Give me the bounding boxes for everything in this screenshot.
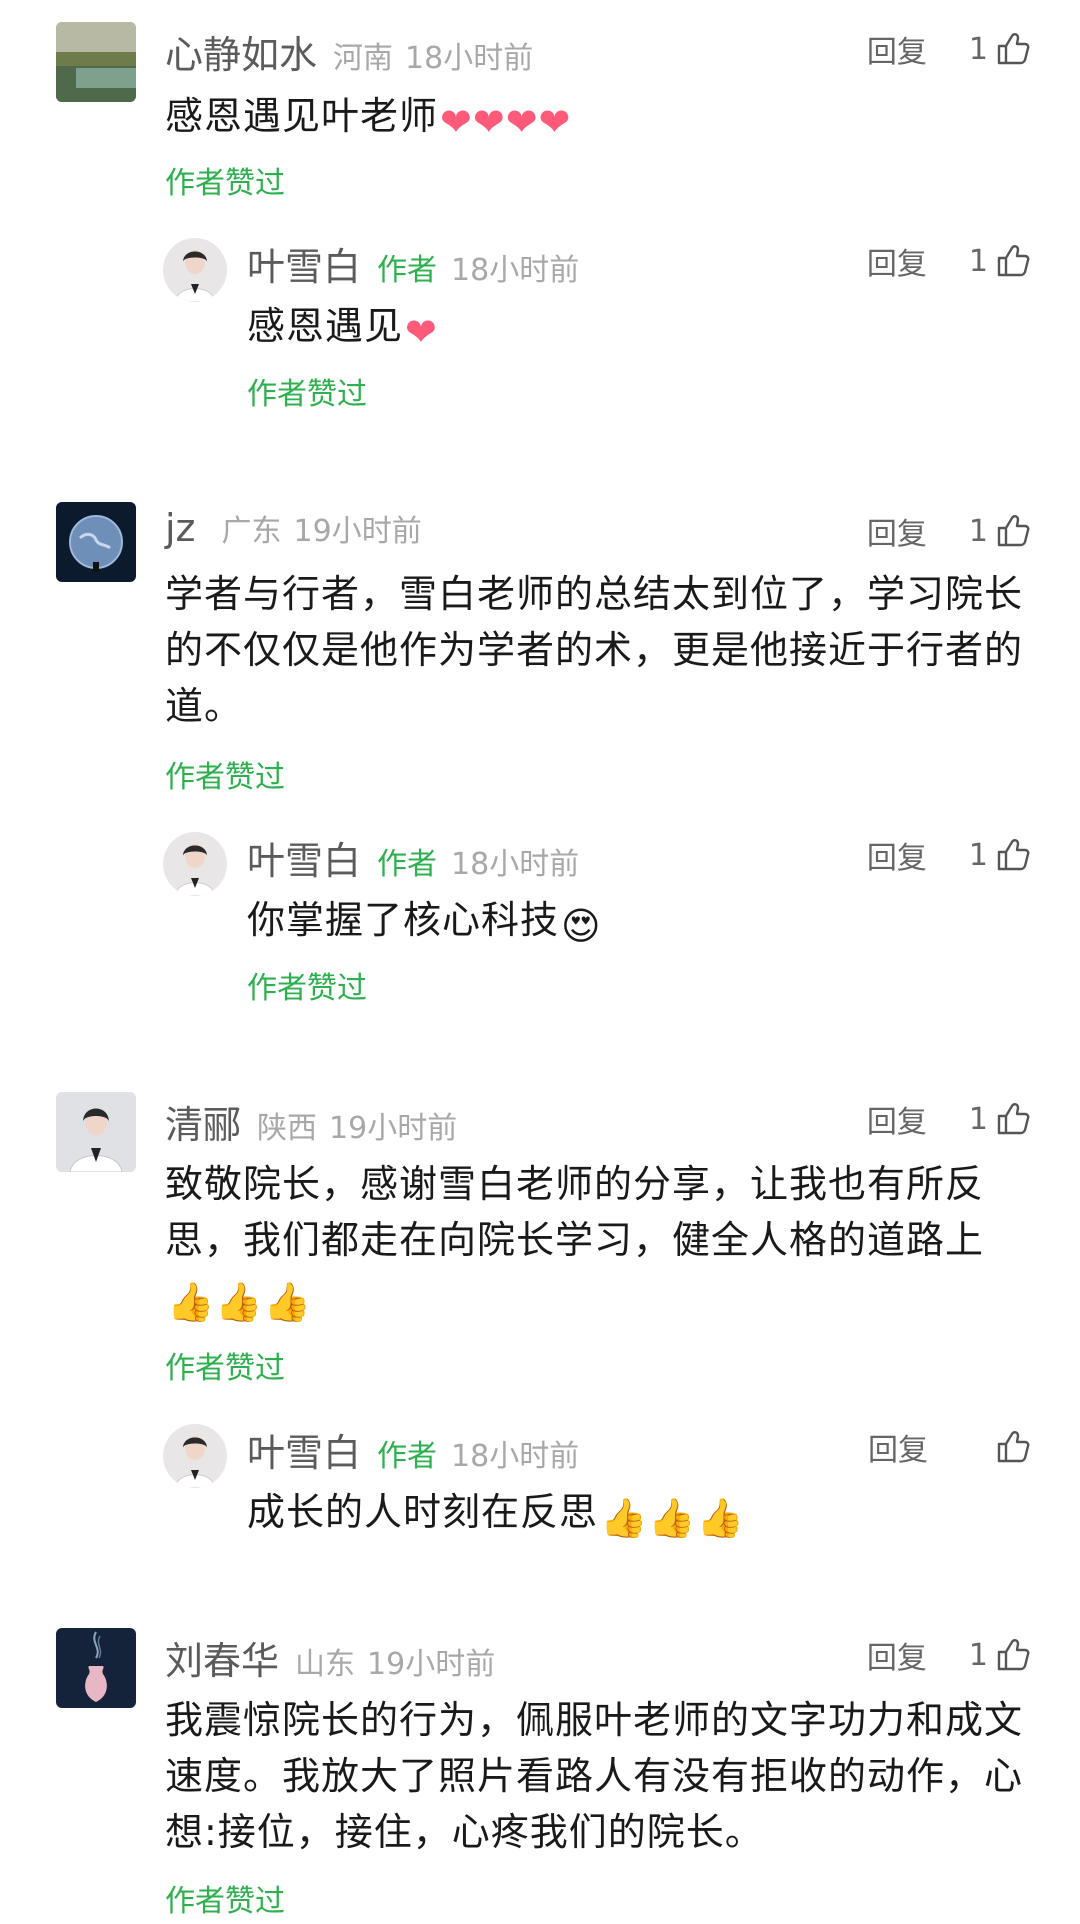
- like-count: 1: [968, 513, 988, 549]
- reply-body: 你掌握了核心科技😍: [247, 892, 1027, 954]
- comment-text: 学者与行者，雪白老师的总结太到位了，学习院长的不仅仅是他作为学者的术，更是他接近…: [165, 572, 1024, 728]
- landscape-avatar-image: [56, 22, 136, 102]
- comment-text: 感恩遇见叶老师: [165, 94, 439, 138]
- thumbs-up-icon[interactable]: [996, 1638, 1030, 1672]
- author-liked-label: 作者赞过: [165, 166, 285, 201]
- comment-meta: 清郦 陕西 19小时前: [165, 1094, 457, 1147]
- heart-emoji-icon: ❤: [405, 310, 438, 354]
- reply-button[interactable]: 回复: [867, 27, 927, 71]
- avatar[interactable]: [56, 1092, 136, 1172]
- author-avatar-image: [163, 832, 227, 896]
- timestamp: 19小时前: [367, 1647, 496, 1682]
- reply-button[interactable]: 回复: [867, 509, 927, 553]
- heart-eyes-emoji-icon: 😍: [561, 904, 602, 948]
- author-badge: 作者: [377, 847, 438, 882]
- comment-body: 致敬院长，感谢雪白老师的分享，让我也有所反思，我们都走在向院长学习，健全人格的道…: [165, 1156, 1030, 1330]
- comment-meta: 心静如水 河南 18小时前: [165, 24, 533, 77]
- thumbs-up-emoji-icons: 👍👍👍: [167, 1280, 312, 1324]
- portrait-avatar-image: [56, 1092, 136, 1172]
- username[interactable]: 叶雪白: [247, 830, 361, 885]
- comment-list-page: { "comments": [ { "user": "心静如水", "regio…: [0, 0, 1080, 1924]
- reply-text: 成长的人时刻在反思: [247, 1490, 599, 1534]
- author-liked-label: 作者赞过: [247, 971, 367, 1006]
- region-label: 陕西: [257, 1111, 318, 1146]
- author-liked-label: 作者赞过: [165, 760, 285, 795]
- thumbs-up-icon[interactable]: [996, 1430, 1030, 1464]
- username[interactable]: 心静如水: [165, 24, 317, 79]
- avatar[interactable]: [163, 832, 227, 896]
- reply-button[interactable]: 回复: [867, 1097, 927, 1141]
- reply-text: 你掌握了核心科技: [247, 898, 560, 942]
- thumbs-up-icon[interactable]: [996, 838, 1030, 872]
- reply-meta: 叶雪白 作者 18小时前: [247, 1422, 579, 1475]
- comment-actions: 回复 1: [867, 1096, 1030, 1142]
- reply-text: 感恩遇见: [247, 304, 404, 348]
- thumbs-up-emoji-icons: 👍👍👍: [600, 1496, 745, 1540]
- avatar[interactable]: [163, 1424, 227, 1488]
- comment-meta: jz 广东 19小时前: [165, 506, 422, 552]
- reply-actions: 回复 1: [867, 832, 1030, 878]
- like-count: 1: [968, 31, 988, 67]
- author-liked-label: 作者赞过: [165, 1884, 285, 1919]
- username[interactable]: 刘春华: [165, 1630, 279, 1685]
- author-liked-label: 作者赞过: [165, 1351, 285, 1386]
- reply-body: 成长的人时刻在反思👍👍👍: [247, 1484, 1027, 1546]
- timestamp: 18小时前: [451, 1439, 580, 1474]
- region-label: 广东: [221, 514, 282, 549]
- reply-button[interactable]: 回复: [868, 1425, 928, 1469]
- reply-button[interactable]: 回复: [867, 239, 927, 283]
- comment-actions: 回复 1: [867, 508, 1030, 554]
- comment-text: 致敬院长，感谢雪白老师的分享，让我也有所反思，我们都走在向院长学习，健全人格的道…: [165, 1162, 985, 1262]
- like-count: 1: [968, 243, 988, 279]
- thumbs-up-icon[interactable]: [996, 1102, 1030, 1136]
- avatar[interactable]: [56, 502, 136, 582]
- comment-text: 我震惊院长的行为，佩服叶老师的文字功力和成文速度。我放大了照片看路人有没有拒收的…: [165, 1698, 1024, 1854]
- comment-body: 感恩遇见叶老师❤❤❤❤: [165, 88, 1025, 150]
- reply-actions: 回复: [868, 1424, 1030, 1470]
- author-avatar-image: [163, 1424, 227, 1488]
- thumbs-up-icon[interactable]: [996, 244, 1030, 278]
- avatar[interactable]: [56, 1628, 136, 1708]
- reply-meta: 叶雪白 作者 18小时前: [247, 830, 579, 883]
- timestamp: 18小时前: [451, 847, 580, 882]
- username[interactable]: 清郦: [165, 1094, 241, 1149]
- avatar[interactable]: [56, 22, 136, 102]
- comment-actions: 回复 1: [867, 1632, 1030, 1678]
- username[interactable]: 叶雪白: [247, 1422, 361, 1477]
- reply-actions: 回复 1: [867, 238, 1030, 284]
- region-label: 山东: [295, 1647, 356, 1682]
- author-liked-label: 作者赞过: [247, 377, 367, 412]
- reply-meta: 叶雪白 作者 18小时前: [247, 236, 579, 289]
- vase-avatar-image: [56, 1628, 136, 1708]
- timestamp: 19小时前: [329, 1111, 458, 1146]
- author-badge: 作者: [377, 253, 438, 288]
- reply-button[interactable]: 回复: [867, 1633, 927, 1677]
- timestamp: 19小时前: [293, 514, 422, 549]
- region-label: 河南: [333, 41, 394, 76]
- username[interactable]: 叶雪白: [247, 236, 361, 291]
- earth-avatar-image: [56, 502, 136, 582]
- avatar[interactable]: [163, 238, 227, 302]
- like-count: 1: [968, 1637, 988, 1673]
- reply-button[interactable]: 回复: [867, 833, 927, 877]
- comment-actions: 回复 1: [867, 26, 1030, 72]
- author-badge: 作者: [377, 1439, 438, 1474]
- comment-body: 学者与行者，雪白老师的总结太到位了，学习院长的不仅仅是他作为学者的术，更是他接近…: [165, 566, 1030, 734]
- like-count: 1: [968, 1101, 988, 1137]
- comment-body: 我震惊院长的行为，佩服叶老师的文字功力和成文速度。我放大了照片看路人有没有拒收的…: [165, 1692, 1030, 1860]
- heart-emoji-icons: ❤❤❤❤: [440, 100, 572, 144]
- thumbs-up-icon[interactable]: [996, 514, 1030, 548]
- comment-meta: 刘春华 山东 19小时前: [165, 1630, 495, 1683]
- timestamp: 18小时前: [451, 253, 580, 288]
- thumbs-up-icon[interactable]: [996, 32, 1030, 66]
- timestamp: 18小时前: [405, 41, 534, 76]
- author-avatar-image: [163, 238, 227, 302]
- like-count: 1: [968, 837, 988, 873]
- reply-body: 感恩遇见❤: [247, 298, 1027, 360]
- username[interactable]: jz: [165, 506, 196, 550]
